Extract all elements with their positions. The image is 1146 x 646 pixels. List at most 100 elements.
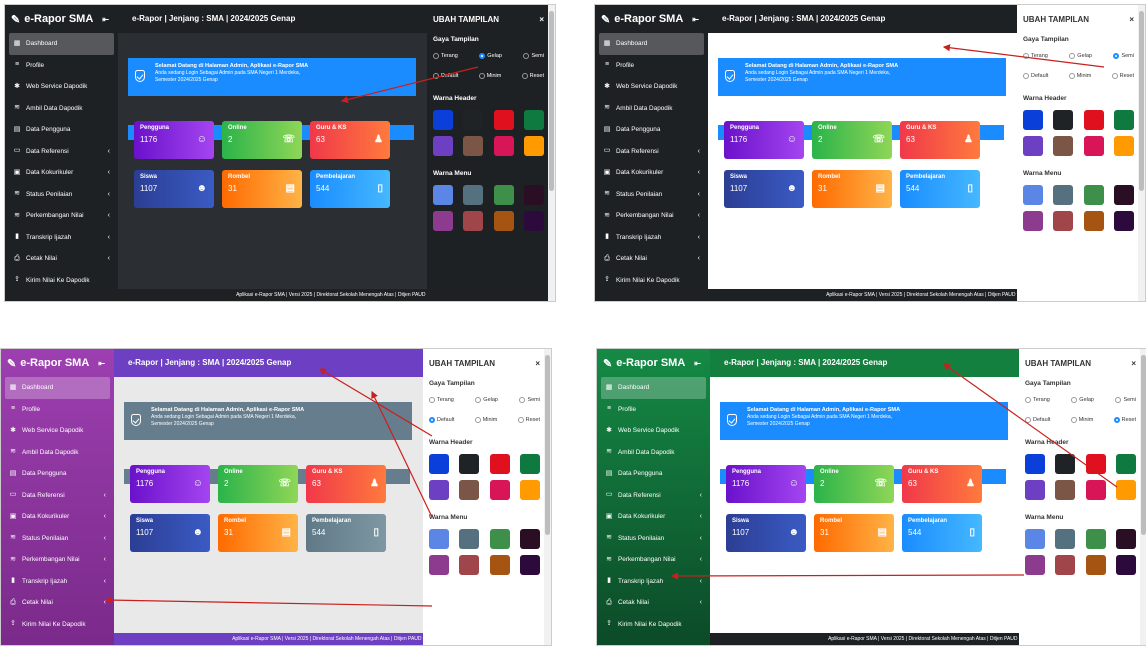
menu-color-swatch[interactable]: [1085, 555, 1106, 575]
menu-color-swatch[interactable]: [1115, 529, 1136, 549]
header-color-swatch[interactable]: [1113, 136, 1134, 156]
radio-mode-terang[interactable]: Terang: [429, 397, 454, 403]
radio-mode-gelap[interactable]: Gelap: [1071, 397, 1094, 403]
stat-card-guru-ks[interactable]: Guru & KS 63 ♟: [900, 121, 980, 159]
radio-dot[interactable]: [517, 417, 524, 423]
radio-dot[interactable]: [1070, 417, 1077, 423]
menu-color-swatch[interactable]: [1055, 529, 1076, 549]
stat-card-pembelajaran[interactable]: Pembelajaran 544 ▯: [900, 170, 980, 208]
header-color-swatch[interactable]: [1025, 454, 1045, 474]
menu-color-swatch[interactable]: [1023, 185, 1043, 205]
header-color-swatch[interactable]: [1055, 480, 1076, 500]
radio-mode-terang[interactable]: Terang: [433, 53, 458, 59]
sidebar-item-dashboard[interactable]: ▦ Dashboard: [599, 33, 704, 55]
header-color-swatch[interactable]: [1083, 110, 1104, 130]
sidebar-item-cetak-nilai[interactable]: ⎙ Cetak Nilai ‹: [599, 248, 704, 270]
sidebar-item-cetak-nilai[interactable]: ⎙ Cetak Nilai ‹: [601, 592, 706, 614]
brand-logo[interactable]: ✎ e-Rapor SMA ⇤: [595, 5, 708, 33]
sidebar-item-data-kokurikuler[interactable]: ▣ Data Kokurikuler ‹: [601, 506, 706, 528]
radio-dot[interactable]: [1113, 417, 1120, 423]
menu-color-swatch[interactable]: [1053, 185, 1074, 205]
close-icon[interactable]: ×: [1129, 15, 1134, 24]
scrollbar[interactable]: [1138, 5, 1145, 301]
radio-dot[interactable]: [475, 397, 482, 403]
header-color-swatch[interactable]: [459, 454, 480, 474]
sidebar-item-data-referensi[interactable]: ▭ Data Referensi ‹: [9, 141, 114, 163]
menu-color-swatch[interactable]: [433, 185, 453, 205]
sidebar-item-ambil-data-dapodik[interactable]: ≋ Ambil Data Dapodik: [9, 98, 114, 120]
sidebar-item-data-pengguna[interactable]: ▤ Data Pengguna: [601, 463, 706, 485]
sidebar-item-data-kokurikuler[interactable]: ▣ Data Kokurikuler ‹: [5, 506, 110, 528]
menu-color-swatch[interactable]: [493, 211, 514, 231]
header-color-swatch[interactable]: [1115, 480, 1136, 500]
sidebar-item-transkrip-ijazah[interactable]: ▮ Transkrip Ijazah ‹: [599, 227, 704, 249]
menu-color-swatch[interactable]: [1085, 529, 1106, 549]
sidebar-item-dashboard[interactable]: ▦ Dashboard: [9, 33, 114, 55]
brand-logo[interactable]: ✎ e-Rapor SMA ⇤: [1, 349, 114, 377]
menu-color-swatch[interactable]: [1115, 555, 1136, 575]
sidebar-item-perkembangan-nilai[interactable]: ≋ Perkembangan Nilai ‹: [5, 549, 110, 571]
sidebar-item-data-referensi[interactable]: ▭ Data Referensi ‹: [599, 141, 704, 163]
header-color-swatch[interactable]: [1023, 136, 1043, 156]
header-color-swatch[interactable]: [433, 136, 453, 156]
sidebar-toggle-icon[interactable]: ⇤: [102, 15, 109, 24]
close-icon[interactable]: ×: [1131, 359, 1136, 368]
scrollbar-thumb[interactable]: [1139, 11, 1144, 191]
header-color-swatch[interactable]: [519, 454, 540, 474]
radio-style-reset[interactable]: Reset: [1113, 417, 1136, 423]
sidebar-item-data-pengguna[interactable]: ▤ Data Pengguna: [9, 119, 114, 141]
menu-color-swatch[interactable]: [1025, 555, 1045, 575]
radio-dot[interactable]: [1023, 73, 1029, 79]
sidebar-toggle-icon[interactable]: ⇤: [98, 359, 105, 368]
sidebar-item-perkembangan-nilai[interactable]: ≋ Perkembangan Nilai ‹: [599, 205, 704, 227]
header-color-swatch[interactable]: [1083, 136, 1104, 156]
stat-card-pengguna[interactable]: Pengguna 1176 ☺: [130, 465, 210, 503]
radio-style-minim[interactable]: Minim: [1070, 417, 1093, 423]
header-color-swatch[interactable]: [1053, 110, 1074, 130]
sidebar-item-ambil-data-dapodik[interactable]: ≋ Ambil Data Dapodik: [599, 98, 704, 120]
header-color-swatch[interactable]: [493, 136, 514, 156]
sidebar-item-perkembangan-nilai[interactable]: ≋ Perkembangan Nilai ‹: [601, 549, 706, 571]
radio-dot[interactable]: [521, 73, 528, 79]
stat-card-guru-ks[interactable]: Guru & KS 63 ♟: [310, 121, 390, 159]
radio-dot[interactable]: [519, 397, 526, 403]
menu-color-swatch[interactable]: [1025, 529, 1045, 549]
radio-dot[interactable]: [523, 53, 530, 59]
stat-card-rombel[interactable]: Rombel 31 ▤: [222, 170, 302, 208]
scrollbar[interactable]: [544, 349, 551, 645]
radio-dot[interactable]: [479, 53, 486, 59]
radio-dot[interactable]: [433, 53, 439, 59]
sidebar-item-status-penilaian[interactable]: ≋ Status Penilaian ‹: [9, 184, 114, 206]
stat-card-pembelajaran[interactable]: Pembelajaran 544 ▯: [310, 170, 390, 208]
sidebar-item-profile[interactable]: ≡ Profile: [5, 399, 110, 421]
stat-card-online[interactable]: Online 2 ☏: [218, 465, 298, 503]
scrollbar-thumb[interactable]: [1141, 355, 1146, 535]
sidebar-item-web-service-dapodik[interactable]: ✱ Web Service Dapodik: [5, 420, 110, 442]
stat-card-guru-ks[interactable]: Guru & KS 63 ♟: [902, 465, 982, 503]
radio-dot[interactable]: [1113, 53, 1120, 59]
stat-card-siswa[interactable]: Siswa 1107 ☻: [134, 170, 214, 208]
menu-color-swatch[interactable]: [459, 529, 480, 549]
menu-color-swatch[interactable]: [523, 211, 544, 231]
sidebar-item-transkrip-ijazah[interactable]: ▮ Transkrip Ijazah ‹: [9, 227, 114, 249]
radio-mode-semi[interactable]: Semi: [519, 397, 540, 403]
stat-card-siswa[interactable]: Siswa 1107 ☻: [724, 170, 804, 208]
radio-style-reset[interactable]: Reset: [517, 417, 540, 423]
sidebar-item-kirim-nilai-ke-dapodik[interactable]: ⇪ Kirim Nilai Ke Dapodik: [601, 614, 706, 636]
sidebar-item-dashboard[interactable]: ▦ Dashboard: [5, 377, 110, 399]
stat-card-guru-ks[interactable]: Guru & KS 63 ♟: [306, 465, 386, 503]
menu-color-swatch[interactable]: [493, 185, 514, 205]
sidebar-item-kirim-nilai-ke-dapodik[interactable]: ⇪ Kirim Nilai Ke Dapodik: [9, 270, 114, 292]
radio-dot[interactable]: [1111, 73, 1118, 79]
radio-mode-semi[interactable]: Semi: [523, 53, 544, 59]
sidebar-item-transkrip-ijazah[interactable]: ▮ Transkrip Ijazah ‹: [5, 571, 110, 593]
header-color-swatch[interactable]: [1055, 454, 1076, 474]
menu-color-swatch[interactable]: [1113, 185, 1134, 205]
radio-dot[interactable]: [1025, 397, 1031, 403]
radio-dot[interactable]: [429, 397, 435, 403]
stat-card-pembelajaran[interactable]: Pembelajaran 544 ▯: [902, 514, 982, 552]
stat-card-online[interactable]: Online 2 ☏: [812, 121, 892, 159]
menu-color-swatch[interactable]: [429, 529, 449, 549]
radio-style-default[interactable]: Default: [433, 73, 458, 79]
menu-color-swatch[interactable]: [1113, 211, 1134, 231]
